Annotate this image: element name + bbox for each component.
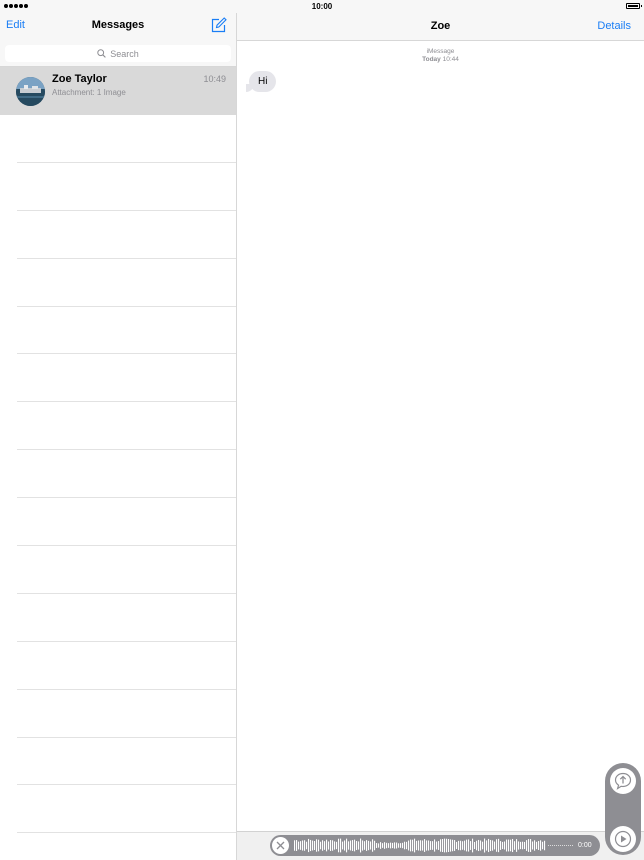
day-label: Today: [422, 56, 441, 63]
recording-duration: 0:00: [578, 842, 592, 849]
empty-row: [17, 785, 236, 834]
contact-name: Zoe Taylor: [52, 73, 107, 85]
conversation-time: 10:49: [203, 74, 226, 84]
empty-row: [17, 738, 236, 786]
cancel-recording-button[interactable]: [272, 837, 289, 854]
empty-row: [17, 594, 236, 642]
service-label: iMessage: [426, 48, 455, 55]
conversation-preview: Attachment: 1 Image: [52, 88, 126, 97]
empty-row: [17, 690, 236, 738]
day-time: 10:44: [442, 56, 459, 63]
conversation-title: Zoe: [430, 20, 451, 32]
empty-row: [17, 211, 236, 259]
compose-icon[interactable]: [210, 17, 227, 34]
pane-divider: [236, 13, 237, 860]
timestamp-line: Today 10:44: [237, 56, 644, 64]
message-timestamp-header: iMessage Today 10:44: [237, 48, 644, 64]
search-input[interactable]: Search: [5, 45, 231, 62]
conversation-list-pane: Edit Messages Search Zoe Taylor 10:49 At…: [0, 13, 236, 860]
page-title: Messages: [91, 19, 145, 31]
play-audio-button[interactable]: [610, 826, 636, 852]
search-icon: [97, 49, 107, 58]
empty-row: [17, 354, 236, 403]
conversation-list-header: Edit Messages: [0, 13, 236, 41]
status-bar: 10:00: [0, 0, 644, 13]
empty-row: [17, 642, 236, 690]
search-placeholder: Search: [110, 48, 139, 59]
details-button[interactable]: Details: [597, 20, 631, 32]
empty-list-rows: [17, 115, 236, 834]
send-arrow-icon: [614, 772, 632, 790]
empty-row: [17, 546, 236, 594]
close-icon: [276, 841, 285, 850]
incoming-message-bubble[interactable]: Hi: [245, 71, 277, 92]
empty-row: [17, 259, 236, 307]
avatar: [16, 77, 45, 106]
message-text: Hi: [258, 76, 268, 87]
empty-row: [17, 498, 236, 547]
audio-waveform: [294, 838, 573, 853]
conversation-header: Zoe Details: [237, 13, 644, 41]
play-icon: [614, 830, 632, 848]
battery-icon: [626, 3, 642, 9]
empty-row: [17, 163, 236, 211]
empty-row: [17, 115, 236, 163]
empty-row: [17, 402, 236, 451]
empty-row: [17, 307, 236, 355]
search-bar: Search: [0, 41, 236, 67]
send-audio-button[interactable]: [610, 768, 636, 794]
status-time: 10:00: [311, 2, 333, 11]
conversation-row[interactable]: Zoe Taylor 10:49 Attachment: 1 Image: [0, 67, 236, 115]
empty-row: [17, 450, 236, 499]
